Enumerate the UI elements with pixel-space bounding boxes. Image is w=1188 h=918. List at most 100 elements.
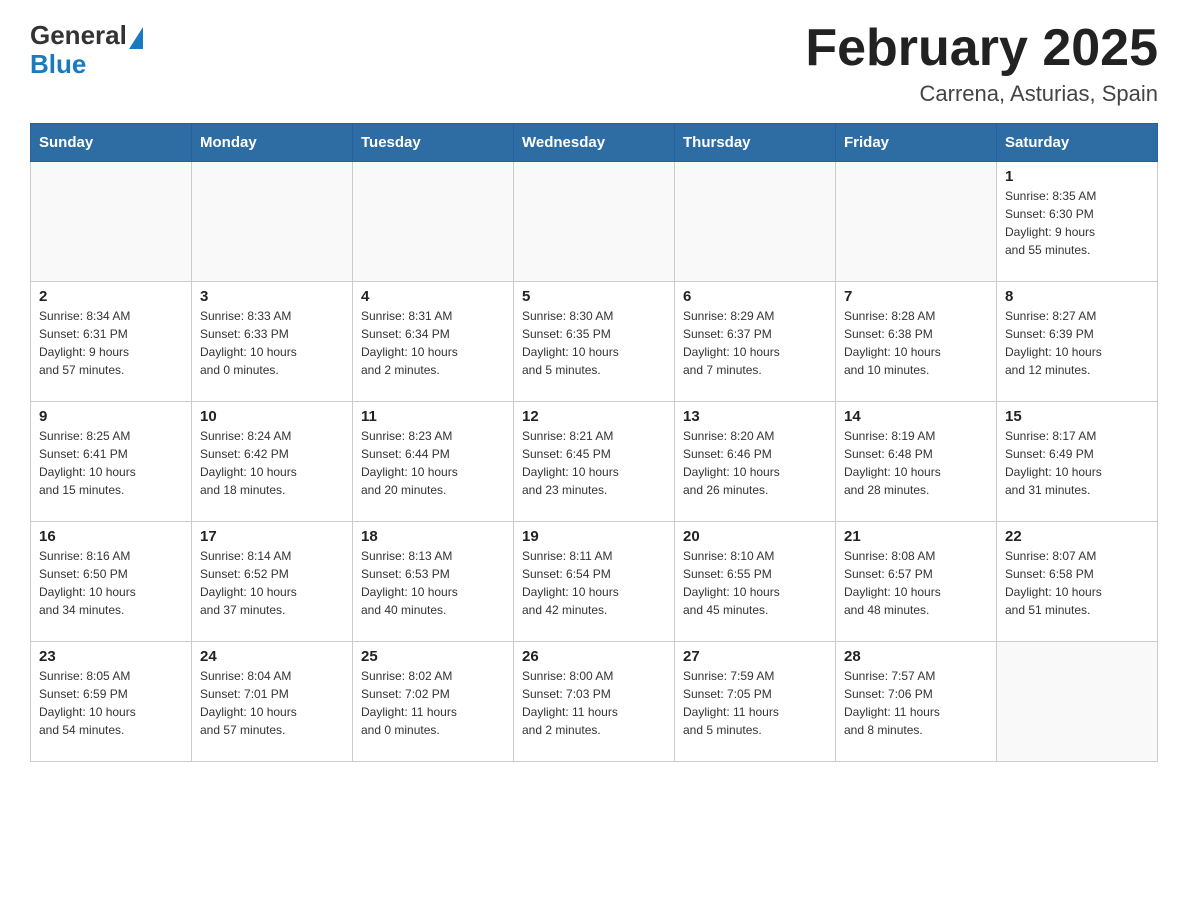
table-row: 11 Sunrise: 8:23 AM Sunset: 6:44 PM Dayli… bbox=[353, 402, 514, 522]
day-number: 25 bbox=[361, 648, 505, 665]
table-row bbox=[997, 642, 1158, 762]
table-row: 22 Sunrise: 8:07 AM Sunset: 6:58 PM Dayli… bbox=[997, 522, 1158, 642]
day-info: Sunrise: 8:17 AM Sunset: 6:49 PM Dayligh… bbox=[1005, 427, 1149, 499]
table-row: 5 Sunrise: 8:30 AM Sunset: 6:35 PM Daylig… bbox=[514, 282, 675, 402]
day-info: Sunrise: 8:27 AM Sunset: 6:39 PM Dayligh… bbox=[1005, 307, 1149, 379]
table-row: 15 Sunrise: 8:17 AM Sunset: 6:49 PM Dayli… bbox=[997, 402, 1158, 522]
day-number: 22 bbox=[1005, 528, 1149, 545]
day-info: Sunrise: 8:35 AM Sunset: 6:30 PM Dayligh… bbox=[1005, 187, 1149, 259]
day-info: Sunrise: 8:11 AM Sunset: 6:54 PM Dayligh… bbox=[522, 547, 666, 619]
day-number: 18 bbox=[361, 528, 505, 545]
table-row: 25 Sunrise: 8:02 AM Sunset: 7:02 PM Dayli… bbox=[353, 642, 514, 762]
logo-blue-text: Blue bbox=[30, 51, 86, 77]
col-wednesday: Wednesday bbox=[514, 124, 675, 162]
table-row: 6 Sunrise: 8:29 AM Sunset: 6:37 PM Daylig… bbox=[675, 282, 836, 402]
table-row: 8Sunrise: 8:27 AM Sunset: 6:39 PM Daylig… bbox=[997, 282, 1158, 402]
table-row: 3 Sunrise: 8:33 AM Sunset: 6:33 PM Daylig… bbox=[192, 282, 353, 402]
page-header: General Blue February 2025 Carrena, Astu… bbox=[30, 20, 1158, 107]
day-info: Sunrise: 8:29 AM Sunset: 6:37 PM Dayligh… bbox=[683, 307, 827, 379]
day-number: 26 bbox=[522, 648, 666, 665]
day-info: Sunrise: 7:59 AM Sunset: 7:05 PM Dayligh… bbox=[683, 667, 827, 739]
day-number: 13 bbox=[683, 408, 827, 425]
day-info: Sunrise: 8:21 AM Sunset: 6:45 PM Dayligh… bbox=[522, 427, 666, 499]
col-monday: Monday bbox=[192, 124, 353, 162]
day-info: Sunrise: 8:08 AM Sunset: 6:57 PM Dayligh… bbox=[844, 547, 988, 619]
day-info: Sunrise: 8:34 AM Sunset: 6:31 PM Dayligh… bbox=[39, 307, 183, 379]
logo: General Blue bbox=[30, 20, 143, 77]
table-row bbox=[675, 162, 836, 282]
day-info: Sunrise: 8:19 AM Sunset: 6:48 PM Dayligh… bbox=[844, 427, 988, 499]
table-row bbox=[353, 162, 514, 282]
day-number: 21 bbox=[844, 528, 988, 545]
calendar-week-row: 16 Sunrise: 8:16 AM Sunset: 6:50 PM Dayli… bbox=[31, 522, 1158, 642]
day-number: 24 bbox=[200, 648, 344, 665]
day-info: Sunrise: 8:10 AM Sunset: 6:55 PM Dayligh… bbox=[683, 547, 827, 619]
calendar-week-row: 2 Sunrise: 8:34 AM Sunset: 6:31 PM Daylig… bbox=[31, 282, 1158, 402]
table-row: 14 Sunrise: 8:19 AM Sunset: 6:48 PM Dayli… bbox=[836, 402, 997, 522]
day-info: Sunrise: 8:02 AM Sunset: 7:02 PM Dayligh… bbox=[361, 667, 505, 739]
day-number: 17 bbox=[200, 528, 344, 545]
title-block: February 2025 Carrena, Asturias, Spain bbox=[805, 20, 1158, 107]
day-info: Sunrise: 8:23 AM Sunset: 6:44 PM Dayligh… bbox=[361, 427, 505, 499]
table-row bbox=[192, 162, 353, 282]
col-sunday: Sunday bbox=[31, 124, 192, 162]
table-row: 26 Sunrise: 8:00 AM Sunset: 7:03 PM Dayli… bbox=[514, 642, 675, 762]
table-row: 13Sunrise: 8:20 AM Sunset: 6:46 PM Dayli… bbox=[675, 402, 836, 522]
day-number: 2 bbox=[39, 288, 183, 305]
table-row: 23 Sunrise: 8:05 AM Sunset: 6:59 PM Dayli… bbox=[31, 642, 192, 762]
day-info: Sunrise: 7:57 AM Sunset: 7:06 PM Dayligh… bbox=[844, 667, 988, 739]
calendar-week-row: 9Sunrise: 8:25 AM Sunset: 6:41 PM Daylig… bbox=[31, 402, 1158, 522]
table-row: 16 Sunrise: 8:16 AM Sunset: 6:50 PM Dayli… bbox=[31, 522, 192, 642]
calendar-subtitle: Carrena, Asturias, Spain bbox=[805, 81, 1158, 107]
day-number: 20 bbox=[683, 528, 827, 545]
calendar-week-row: 23 Sunrise: 8:05 AM Sunset: 6:59 PM Dayli… bbox=[31, 642, 1158, 762]
table-row: 12 Sunrise: 8:21 AM Sunset: 6:45 PM Dayli… bbox=[514, 402, 675, 522]
table-row: 4 Sunrise: 8:31 AM Sunset: 6:34 PM Daylig… bbox=[353, 282, 514, 402]
table-row: 20 Sunrise: 8:10 AM Sunset: 6:55 PM Dayli… bbox=[675, 522, 836, 642]
day-number: 16 bbox=[39, 528, 183, 545]
table-row: 28 Sunrise: 7:57 AM Sunset: 7:06 PM Dayli… bbox=[836, 642, 997, 762]
day-info: Sunrise: 8:05 AM Sunset: 6:59 PM Dayligh… bbox=[39, 667, 183, 739]
day-info: Sunrise: 8:16 AM Sunset: 6:50 PM Dayligh… bbox=[39, 547, 183, 619]
calendar-table: Sunday Monday Tuesday Wednesday Thursday… bbox=[30, 123, 1158, 762]
table-row: 19 Sunrise: 8:11 AM Sunset: 6:54 PM Dayli… bbox=[514, 522, 675, 642]
day-info: Sunrise: 8:24 AM Sunset: 6:42 PM Dayligh… bbox=[200, 427, 344, 499]
day-number: 5 bbox=[522, 288, 666, 305]
day-info: Sunrise: 8:28 AM Sunset: 6:38 PM Dayligh… bbox=[844, 307, 988, 379]
logo-general-text: General bbox=[30, 20, 127, 51]
day-number: 23 bbox=[39, 648, 183, 665]
day-info: Sunrise: 8:00 AM Sunset: 7:03 PM Dayligh… bbox=[522, 667, 666, 739]
day-number: 15 bbox=[1005, 408, 1149, 425]
day-number: 27 bbox=[683, 648, 827, 665]
day-number: 6 bbox=[683, 288, 827, 305]
table-row bbox=[836, 162, 997, 282]
day-info: Sunrise: 8:33 AM Sunset: 6:33 PM Dayligh… bbox=[200, 307, 344, 379]
table-row bbox=[514, 162, 675, 282]
table-row: 2 Sunrise: 8:34 AM Sunset: 6:31 PM Daylig… bbox=[31, 282, 192, 402]
day-info: Sunrise: 8:30 AM Sunset: 6:35 PM Dayligh… bbox=[522, 307, 666, 379]
col-thursday: Thursday bbox=[675, 124, 836, 162]
col-tuesday: Tuesday bbox=[353, 124, 514, 162]
table-row: 27 Sunrise: 7:59 AM Sunset: 7:05 PM Dayli… bbox=[675, 642, 836, 762]
calendar-week-row: 1 Sunrise: 8:35 AM Sunset: 6:30 PM Daylig… bbox=[31, 162, 1158, 282]
day-info: Sunrise: 8:31 AM Sunset: 6:34 PM Dayligh… bbox=[361, 307, 505, 379]
col-friday: Friday bbox=[836, 124, 997, 162]
day-number: 7 bbox=[844, 288, 988, 305]
day-number: 11 bbox=[361, 408, 505, 425]
day-number: 1 bbox=[1005, 168, 1149, 185]
day-number: 4 bbox=[361, 288, 505, 305]
day-number: 28 bbox=[844, 648, 988, 665]
table-row: 9Sunrise: 8:25 AM Sunset: 6:41 PM Daylig… bbox=[31, 402, 192, 522]
table-row: 21 Sunrise: 8:08 AM Sunset: 6:57 PM Dayli… bbox=[836, 522, 997, 642]
table-row: 10Sunrise: 8:24 AM Sunset: 6:42 PM Dayli… bbox=[192, 402, 353, 522]
day-number: 14 bbox=[844, 408, 988, 425]
col-saturday: Saturday bbox=[997, 124, 1158, 162]
day-number: 12 bbox=[522, 408, 666, 425]
table-row: 1 Sunrise: 8:35 AM Sunset: 6:30 PM Daylig… bbox=[997, 162, 1158, 282]
table-row: 7 Sunrise: 8:28 AM Sunset: 6:38 PM Daylig… bbox=[836, 282, 997, 402]
day-info: Sunrise: 8:07 AM Sunset: 6:58 PM Dayligh… bbox=[1005, 547, 1149, 619]
day-number: 19 bbox=[522, 528, 666, 545]
day-number: 3 bbox=[200, 288, 344, 305]
day-number: 9 bbox=[39, 408, 183, 425]
calendar-header-row: Sunday Monday Tuesday Wednesday Thursday… bbox=[31, 124, 1158, 162]
